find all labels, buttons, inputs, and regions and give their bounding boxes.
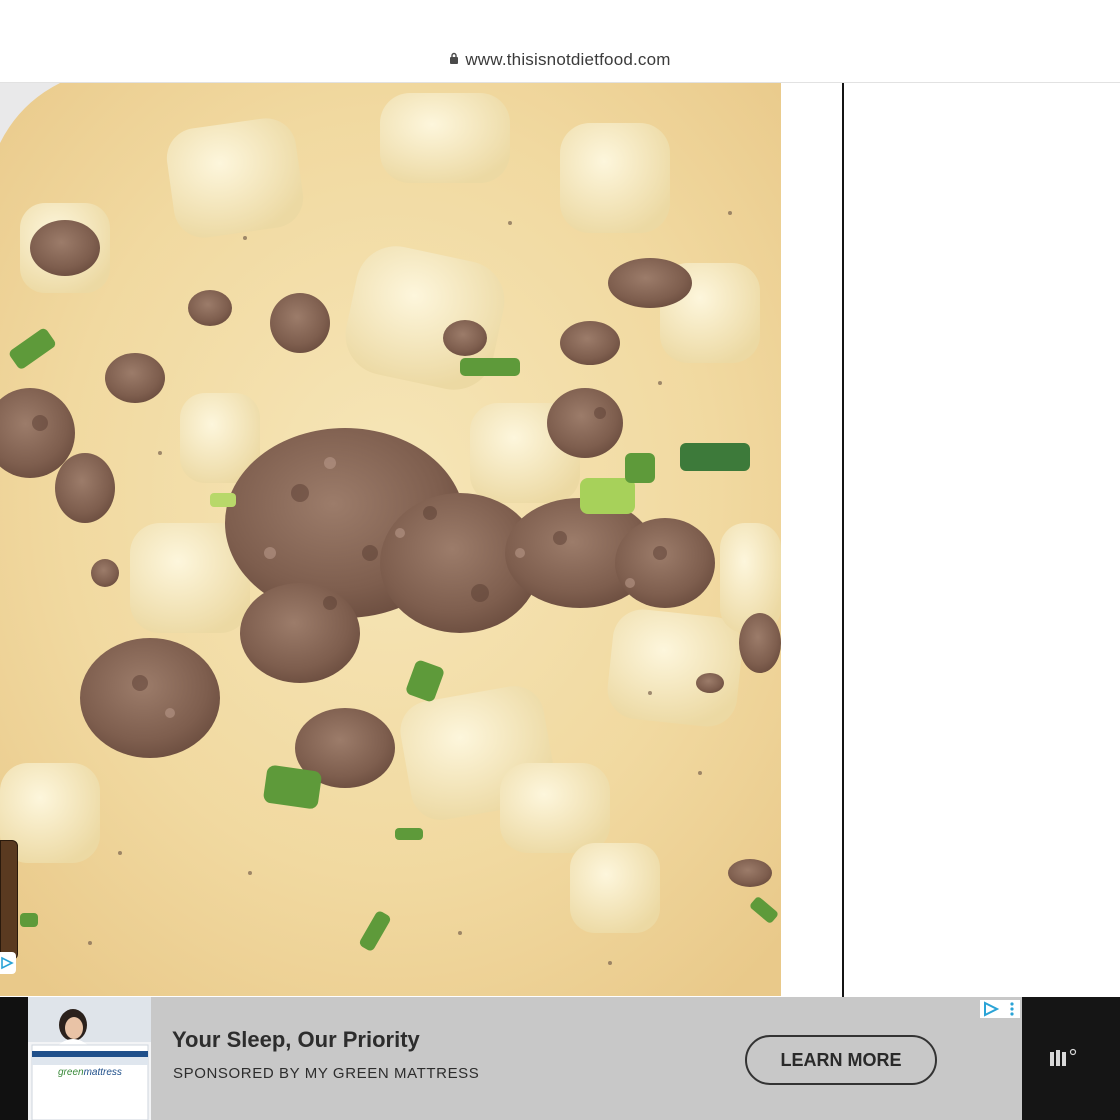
learn-more-button[interactable]: LEARN MORE — [745, 1035, 937, 1085]
recipe-photo — [0, 83, 781, 996]
publisher-logo-icon — [1048, 1046, 1078, 1075]
side-ad-choices-icon[interactable] — [0, 952, 16, 974]
ad-brand-prefix: green — [58, 1067, 84, 1078]
banner-ad[interactable]: greenmattress Your Sleep, Our Priority S… — [28, 997, 1022, 1120]
ad-choices-icon[interactable] — [980, 1000, 1020, 1018]
ad-product-image[interactable]: greenmattress — [28, 997, 151, 1120]
lock-icon — [449, 49, 459, 69]
side-ad-peek[interactable] — [0, 840, 18, 960]
ad-headline[interactable]: Your Sleep, Our Priority — [172, 1027, 420, 1053]
bottom-ad-strip: greenmattress Your Sleep, Our Priority S… — [0, 997, 1120, 1120]
browser-url-bar[interactable]: www.thisisnotdietfood.com — [0, 0, 1120, 83]
ad-sponsor-line: SPONSORED BY MY GREEN MATTRESS — [173, 1065, 480, 1082]
ad-gutter — [0, 997, 28, 1120]
url-text: www.thisisnotdietfood.com — [465, 50, 671, 69]
ad-brand-word: mattress — [83, 1067, 122, 1078]
ad-brand-mark: greenmattress — [58, 1067, 122, 1078]
url-display[interactable]: www.thisisnotdietfood.com — [0, 50, 1120, 71]
right-blank-panel — [844, 83, 1120, 997]
ad-choices-controls[interactable] — [980, 1000, 1020, 1018]
